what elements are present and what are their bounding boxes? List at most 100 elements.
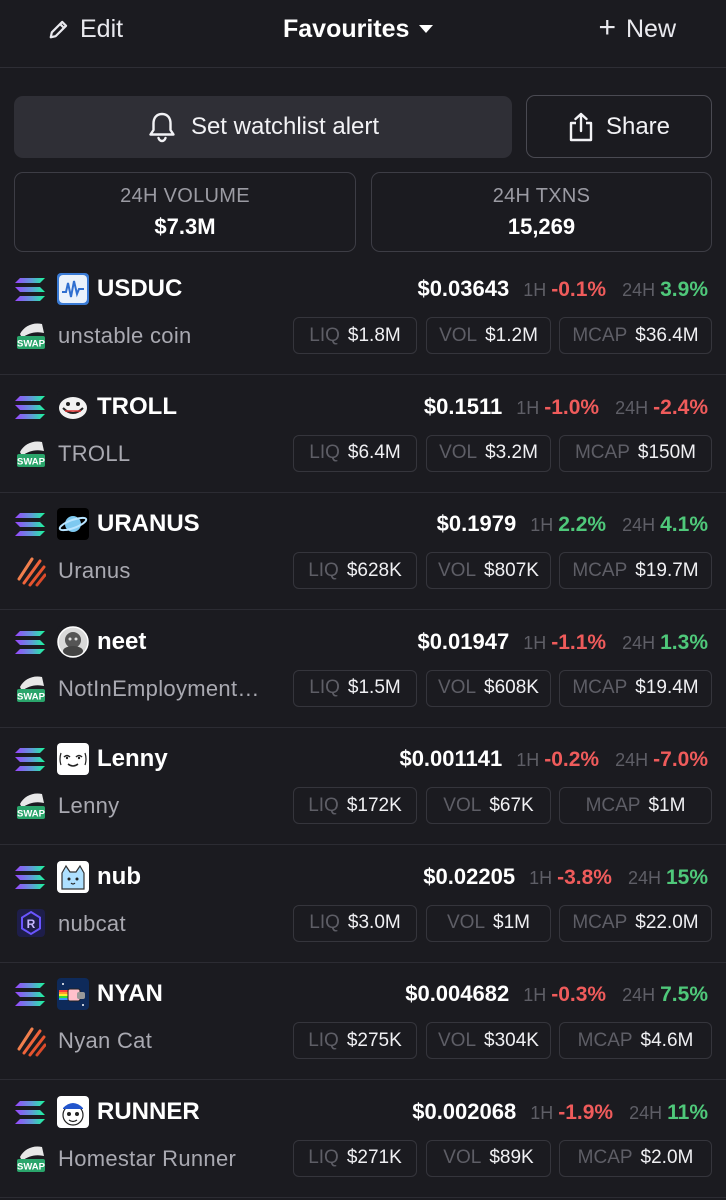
share-button[interactable]: Share (526, 95, 712, 158)
price-group: $0.1511 1H -1.0% 24H -2.4% (424, 391, 708, 424)
pencil-icon (49, 20, 68, 39)
vol-value: $67K (489, 794, 534, 816)
mcap-pill: MCAP $36.4M (559, 317, 712, 354)
vol-value: $1M (493, 912, 530, 933)
liq-label: LIQ (308, 794, 339, 816)
token-symbol: neet (97, 627, 147, 655)
change-24h-label: 24H (615, 397, 649, 418)
liquidity-pill: LIQ $3.0M (293, 904, 417, 942)
change-24h-value: 1.3% (660, 630, 708, 654)
token-row[interactable]: nub nubcat $0.02205 1H -3.8% 24H 15% LIQ $3.0M VO… (0, 846, 726, 963)
price-group: $0.03643 1H -0.1% 24H 3.9% (417, 273, 708, 306)
token-name: Uranus (58, 558, 131, 583)
txns-stat-label: 24H TXNS (492, 185, 591, 207)
price-group: $0.001141 1H -0.2% 24H -7.0% (399, 743, 708, 776)
token-row[interactable]: NYAN Nyan Cat $0.004682 1H -0.3% 24H 7.5% LIQ $2… (0, 963, 726, 1080)
usduc-logo-icon (57, 273, 89, 305)
change-24h-label: 24H (622, 985, 656, 1005)
vol-value: $89K (489, 1147, 534, 1168)
token-price: $0.02205 (423, 863, 516, 889)
solana-chain-icon (15, 395, 45, 419)
txns-stat-value: 15,269 (507, 214, 576, 239)
troll-face-icon (57, 390, 89, 423)
change-24h-label: 24H (627, 867, 661, 888)
token-symbol: USDUC (97, 275, 183, 302)
mcap-pill: MCAP $22.0M (559, 904, 712, 942)
vol-value: $1.2M (485, 324, 538, 346)
nyan-cat-icon (57, 978, 89, 1010)
swap-icon (17, 1145, 46, 1172)
change-24h-value: 15% (665, 865, 708, 889)
vol-value: $807K (484, 559, 539, 581)
set-watchlist-alert-button[interactable]: Set watchlist alert (14, 96, 512, 158)
volume-stat-label: 24H VOLUME (120, 185, 250, 207)
liq-label: LIQ (309, 912, 340, 933)
token-symbol: nub (97, 862, 141, 890)
mcap-pill: MCAP $4.6M (559, 1022, 712, 1059)
volume-pill: VOL $807K (426, 552, 551, 589)
token-row[interactable]: USDUC unstable coin $0.03643 1H -0.1% 24H 3.9%… (0, 258, 726, 375)
liq-value: $172K (346, 794, 402, 816)
homestar-icon (57, 1095, 89, 1128)
change-1h-value: -3.8% (557, 865, 612, 889)
mcap-value: $4.6M (640, 1029, 694, 1051)
token-row[interactable]: neet NotInEmployment… $0.01947 1H -1.1% 24H 1.… (0, 611, 726, 728)
solana-chain-icon (15, 513, 45, 536)
liq-label: LIQ (308, 1029, 339, 1051)
token-row[interactable]: URANUS Uranus $0.1979 1H 2.2% 24H 4.1% LIQ $628K… (0, 493, 726, 610)
watchlist-dropdown[interactable]: Favourites (283, 10, 435, 48)
swap-icon (17, 440, 46, 467)
liquidity-pill: LIQ $172K (293, 787, 417, 824)
bell-icon (149, 112, 175, 143)
token-price: $0.004682 (405, 981, 510, 1006)
new-label: New (625, 14, 676, 43)
solana-chain-icon (15, 630, 45, 654)
change-1h-value: -0.2% (544, 748, 600, 771)
change-1h-label: 1H (523, 985, 547, 1005)
solana-chain-icon (15, 748, 45, 771)
volume-pill: VOL $89K (426, 1139, 551, 1177)
mcap-pill: MCAP $19.4M (559, 669, 712, 707)
token-name: NotInEmployment… (58, 675, 260, 701)
liq-label: LIQ (308, 1147, 339, 1168)
mcap-label: MCAP (574, 442, 630, 463)
token-row[interactable]: TROLL TROLL $0.1511 1H -1.0% 24H -2.4% LIQ $6.4M… (0, 376, 726, 493)
token-price: $0.03643 (417, 276, 510, 301)
vol-label: VOL (438, 677, 477, 698)
change-24h-label: 24H (615, 750, 649, 770)
txns-stat-card: 24H TXNS 15,269 (371, 172, 712, 252)
token-row[interactable]: RUNNER Homestar Runner $0.002068 1H -1.9% 24H… (0, 1081, 726, 1198)
token-price: $0.002068 (412, 1098, 517, 1124)
mcap-pill: MCAP $2.0M (559, 1139, 712, 1177)
mcap-label: MCAP (572, 324, 628, 346)
liquidity-pill: LIQ $275K (293, 1022, 417, 1059)
change-24h-value: 11% (667, 1100, 708, 1124)
token-price: $0.001141 (399, 746, 503, 771)
change-1h-label: 1H (516, 750, 540, 770)
change-1h-value: -0.1% (551, 278, 607, 301)
cat-icon (57, 860, 89, 893)
share-icon (569, 112, 593, 141)
volume-pill: VOL $67K (426, 787, 551, 824)
token-symbol: TROLL (97, 392, 177, 420)
change-1h-value: -1.9% (558, 1100, 614, 1124)
volume-pill: VOL $3.2M (426, 434, 551, 472)
liq-label: LIQ (308, 559, 339, 581)
liq-value: $3.0M (347, 912, 401, 933)
new-watchlist-button[interactable]: + New (598, 10, 676, 48)
liq-value: $271K (346, 1147, 402, 1168)
mcap-label: MCAP (577, 1029, 633, 1051)
token-row[interactable]: Lenny Lenny $0.001141 1H -0.2% 24H -7.0% LIQ $17… (0, 728, 726, 845)
edit-button[interactable]: Edit (48, 10, 123, 48)
plus-icon: + (598, 11, 616, 44)
vol-label: VOL (443, 1147, 482, 1168)
change-24h-value: 4.1% (660, 513, 708, 536)
liq-value: $1.5M (347, 677, 401, 698)
change-1h-label: 1H (523, 280, 547, 300)
change-24h-value: -2.4% (653, 395, 708, 419)
token-name: Lenny (58, 793, 120, 818)
change-24h-value: -7.0% (653, 748, 708, 771)
mcap-label: MCAP (585, 794, 641, 816)
change-1h-label: 1H (523, 632, 547, 653)
mcap-value: $1M (648, 794, 686, 816)
